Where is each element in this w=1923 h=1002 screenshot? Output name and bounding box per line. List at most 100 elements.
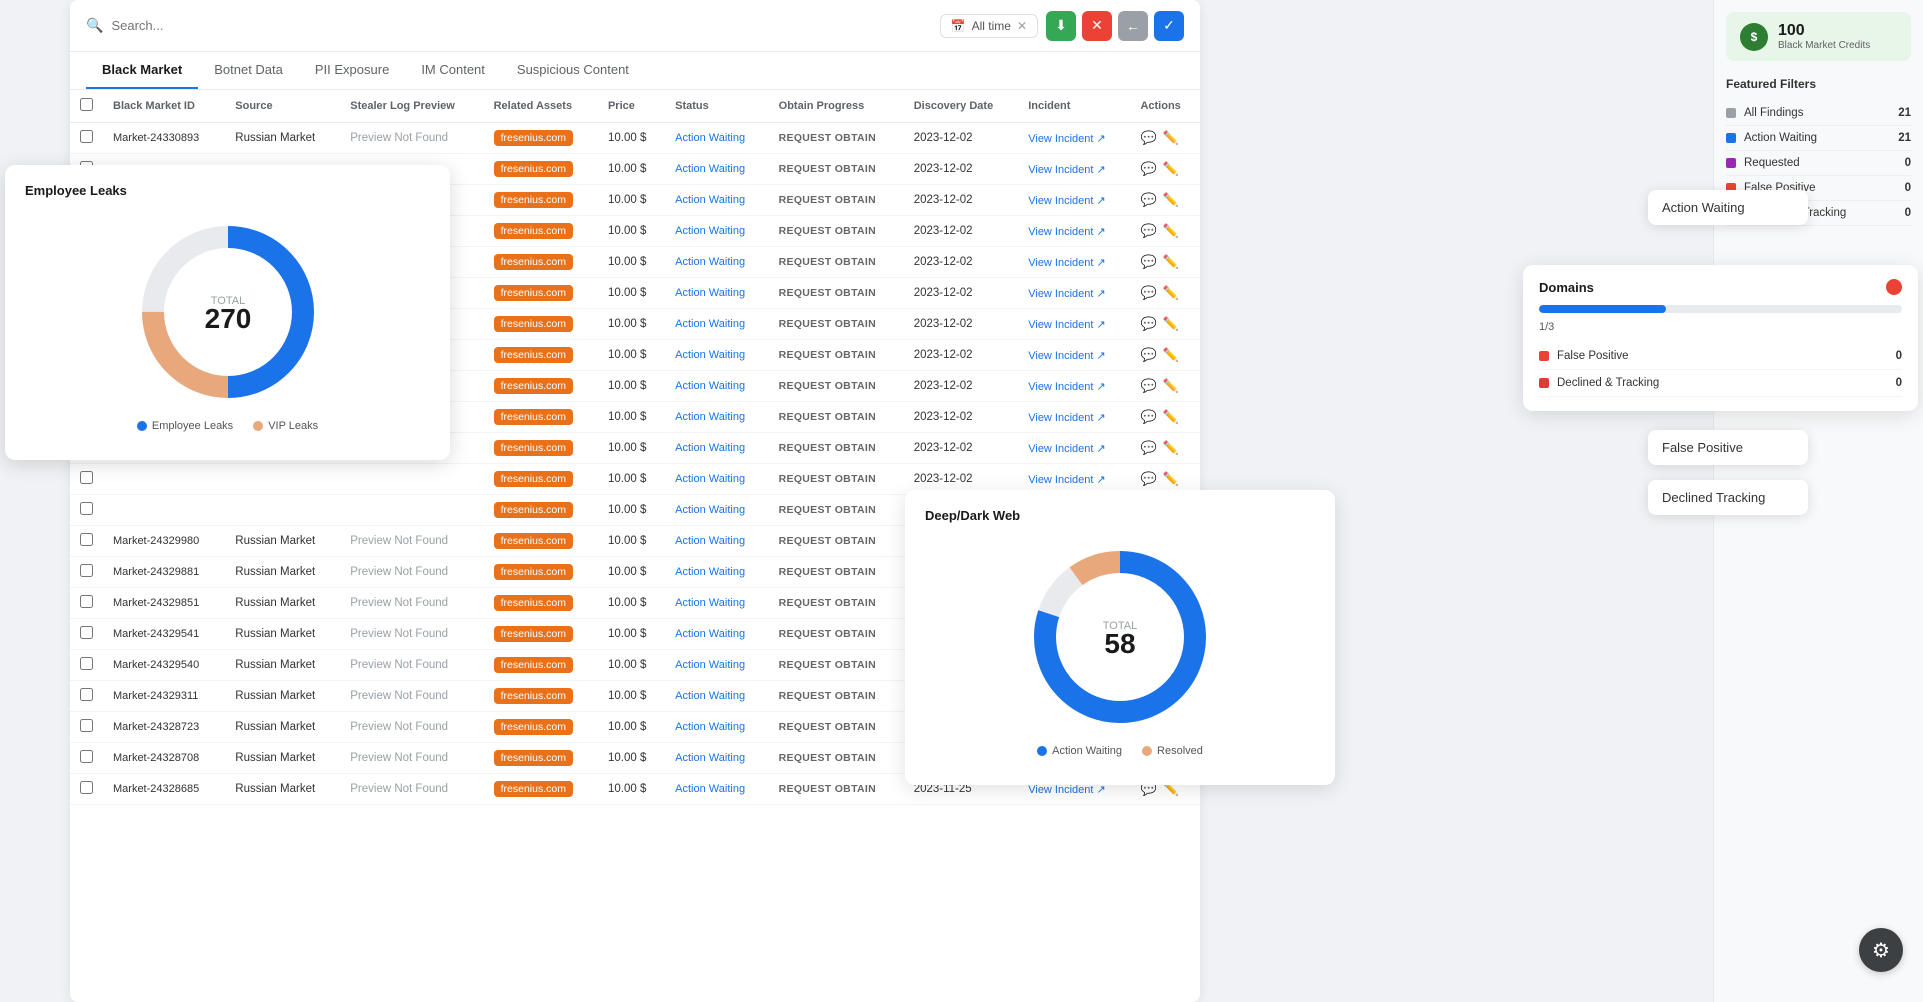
row-checkbox[interactable]: [80, 781, 93, 794]
cell-obtain[interactable]: REQUEST OBTAIN: [769, 371, 904, 402]
cell-incident[interactable]: View Incident ↗: [1018, 402, 1130, 433]
edit-icon[interactable]: ✏️: [1163, 285, 1179, 301]
cell-incident[interactable]: View Incident ↗: [1018, 154, 1130, 185]
tab-black-market[interactable]: Black Market: [86, 52, 198, 89]
comment-icon[interactable]: 💬: [1140, 316, 1156, 332]
cell-obtain[interactable]: REQUEST OBTAIN: [769, 464, 904, 495]
edit-icon[interactable]: ✏️: [1163, 378, 1179, 394]
row-checkbox[interactable]: [80, 130, 93, 143]
comment-icon[interactable]: 💬: [1140, 347, 1156, 363]
cell-obtain[interactable]: REQUEST OBTAIN: [769, 123, 904, 154]
filter-item[interactable]: Action Waiting 21: [1726, 126, 1911, 151]
edit-icon[interactable]: ✏️: [1163, 316, 1179, 332]
select-all-checkbox[interactable]: [80, 98, 93, 111]
row-checkbox[interactable]: [80, 719, 93, 732]
row-checkbox[interactable]: [80, 688, 93, 701]
comment-icon[interactable]: 💬: [1140, 378, 1156, 394]
domains-close-button[interactable]: [1886, 279, 1902, 295]
legend-dot-employee: [137, 421, 147, 431]
date-filter[interactable]: 📅 All time ✕: [940, 14, 1038, 38]
row-checkbox[interactable]: [80, 471, 93, 484]
cell-obtain[interactable]: REQUEST OBTAIN: [769, 185, 904, 216]
cell-incident[interactable]: View Incident ↗: [1018, 185, 1130, 216]
cell-incident[interactable]: View Incident ↗: [1018, 216, 1130, 247]
cell-obtain[interactable]: REQUEST OBTAIN: [769, 433, 904, 464]
tab-im-content[interactable]: IM Content: [405, 52, 501, 89]
edit-icon[interactable]: ✏️: [1163, 254, 1179, 270]
comment-icon[interactable]: 💬: [1140, 409, 1156, 425]
row-checkbox[interactable]: [80, 502, 93, 515]
cell-obtain[interactable]: REQUEST OBTAIN: [769, 588, 904, 619]
row-checkbox[interactable]: [80, 657, 93, 670]
cell-incident[interactable]: View Incident ↗: [1018, 123, 1130, 154]
filter-item[interactable]: All Findings 21: [1726, 101, 1911, 126]
row-checkbox[interactable]: [80, 564, 93, 577]
cell-obtain[interactable]: REQUEST OBTAIN: [769, 309, 904, 340]
cell-obtain[interactable]: REQUEST OBTAIN: [769, 247, 904, 278]
edit-icon[interactable]: ✏️: [1163, 223, 1179, 239]
cell-obtain[interactable]: REQUEST OBTAIN: [769, 495, 904, 526]
cell-obtain[interactable]: REQUEST OBTAIN: [769, 526, 904, 557]
domain-filter-item[interactable]: False Positive 0: [1539, 343, 1902, 370]
cell-obtain[interactable]: REQUEST OBTAIN: [769, 154, 904, 185]
cell-obtain[interactable]: REQUEST OBTAIN: [769, 650, 904, 681]
cell-asset: fresenius.com: [484, 371, 598, 402]
cell-obtain[interactable]: REQUEST OBTAIN: [769, 340, 904, 371]
cell-obtain[interactable]: REQUEST OBTAIN: [769, 216, 904, 247]
search-input[interactable]: [111, 18, 931, 33]
cell-price: 10.00 $: [598, 278, 665, 309]
edit-icon[interactable]: ✏️: [1163, 440, 1179, 456]
close-icon[interactable]: ✕: [1017, 19, 1027, 33]
cell-obtain[interactable]: REQUEST OBTAIN: [769, 557, 904, 588]
cell-incident[interactable]: View Incident ↗: [1018, 371, 1130, 402]
comment-icon[interactable]: 💬: [1140, 471, 1156, 487]
domain-filter-item[interactable]: Declined & Tracking 0: [1539, 370, 1902, 397]
cell-obtain[interactable]: REQUEST OBTAIN: [769, 712, 904, 743]
edit-icon[interactable]: ✏️: [1163, 347, 1179, 363]
row-checkbox[interactable]: [80, 595, 93, 608]
floating-label-false-positive: False Positive: [1648, 430, 1808, 465]
download-button[interactable]: ⬇: [1046, 11, 1076, 41]
tab-botnet-data[interactable]: Botnet Data: [198, 52, 299, 89]
back-button[interactable]: ←: [1118, 11, 1148, 41]
row-checkbox[interactable]: [80, 626, 93, 639]
cell-price: 10.00 $: [598, 495, 665, 526]
tab-suspicious-content[interactable]: Suspicious Content: [501, 52, 645, 89]
edit-icon[interactable]: ✏️: [1163, 471, 1179, 487]
edit-icon[interactable]: ✏️: [1163, 161, 1179, 177]
cell-obtain[interactable]: REQUEST OBTAIN: [769, 681, 904, 712]
cell-incident[interactable]: View Incident ↗: [1018, 278, 1130, 309]
comment-icon[interactable]: 💬: [1140, 285, 1156, 301]
cell-asset: fresenius.com: [484, 185, 598, 216]
comment-icon[interactable]: 💬: [1140, 161, 1156, 177]
gear-button[interactable]: ⚙: [1859, 928, 1903, 972]
cell-source: Russian Market: [225, 681, 340, 712]
cell-asset: fresenius.com: [484, 743, 598, 774]
cell-incident[interactable]: View Incident ↗: [1018, 309, 1130, 340]
edit-icon[interactable]: ✏️: [1163, 130, 1179, 146]
cell-obtain[interactable]: REQUEST OBTAIN: [769, 774, 904, 805]
row-checkbox[interactable]: [80, 750, 93, 763]
row-checkbox[interactable]: [80, 533, 93, 546]
edit-icon[interactable]: ✏️: [1163, 409, 1179, 425]
cell-asset: fresenius.com: [484, 774, 598, 805]
comment-icon[interactable]: 💬: [1140, 223, 1156, 239]
edit-icon[interactable]: ✏️: [1163, 192, 1179, 208]
cell-obtain[interactable]: REQUEST OBTAIN: [769, 743, 904, 774]
confirm-button[interactable]: ✓: [1154, 11, 1184, 41]
comment-icon[interactable]: 💬: [1140, 192, 1156, 208]
cell-obtain[interactable]: REQUEST OBTAIN: [769, 278, 904, 309]
comment-icon[interactable]: 💬: [1140, 130, 1156, 146]
comment-icon[interactable]: 💬: [1140, 254, 1156, 270]
legend-label-action: Action Waiting: [1052, 745, 1122, 757]
filter-item[interactable]: Requested 0: [1726, 151, 1911, 176]
delete-button[interactable]: ✕: [1082, 11, 1112, 41]
cell-obtain[interactable]: REQUEST OBTAIN: [769, 402, 904, 433]
comment-icon[interactable]: 💬: [1140, 440, 1156, 456]
cell-incident[interactable]: View Incident ↗: [1018, 247, 1130, 278]
cell-incident[interactable]: View Incident ↗: [1018, 433, 1130, 464]
tab-pii-exposure[interactable]: PII Exposure: [299, 52, 405, 89]
cell-obtain[interactable]: REQUEST OBTAIN: [769, 619, 904, 650]
cell-incident[interactable]: View Incident ↗: [1018, 340, 1130, 371]
cell-asset: fresenius.com: [484, 154, 598, 185]
